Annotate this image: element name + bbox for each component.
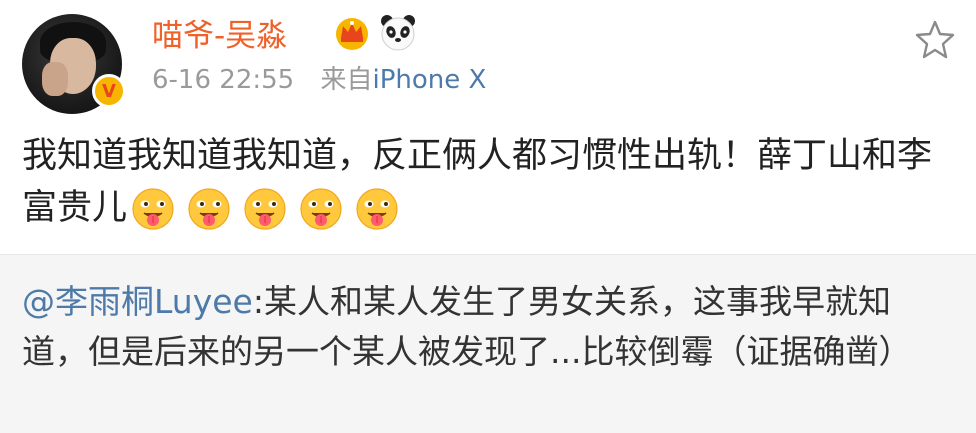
verified-badge-label: V <box>102 80 116 102</box>
avatar-hand <box>42 62 68 96</box>
post-meta: 6-16 22:55 来自iPhone X <box>152 62 486 98</box>
emoji-row <box>131 187 399 231</box>
tongue-out-emoji <box>244 188 286 230</box>
verified-badge-icon: V <box>92 74 126 108</box>
post-source-prefix: 来自 <box>320 65 373 95</box>
tongue-out-emoji <box>300 188 342 230</box>
tongue-out-emoji <box>132 188 174 230</box>
weibo-post: V 喵爷-吴淼 6-16 22:55 来自iPhone X 我知道我知道我知道，… <box>0 0 976 254</box>
post-timestamp: 6-16 22:55 <box>152 65 295 95</box>
star-icon[interactable] <box>914 18 956 60</box>
post-device[interactable]: iPhone X <box>372 65 486 95</box>
tongue-out-emoji <box>356 188 398 230</box>
panda-icon <box>381 15 415 51</box>
crown-icon <box>336 18 368 50</box>
post-content: 我知道我知道我知道，反正俩人都习惯性出轨！薛丁山和李富贵儿 <box>22 130 962 234</box>
username[interactable]: 喵爷-吴淼 <box>152 16 287 56</box>
retweet-content: @李雨桐Luyee:某人和某人发生了男女关系，这事我早就知道，但是后来的另一个某… <box>22 277 952 377</box>
retweet-card[interactable]: @李雨桐Luyee:某人和某人发生了男女关系，这事我早就知道，但是后来的另一个某… <box>0 254 976 433</box>
retweet-user-mention[interactable]: @李雨桐Luyee <box>22 282 253 321</box>
tongue-out-emoji <box>188 188 230 230</box>
